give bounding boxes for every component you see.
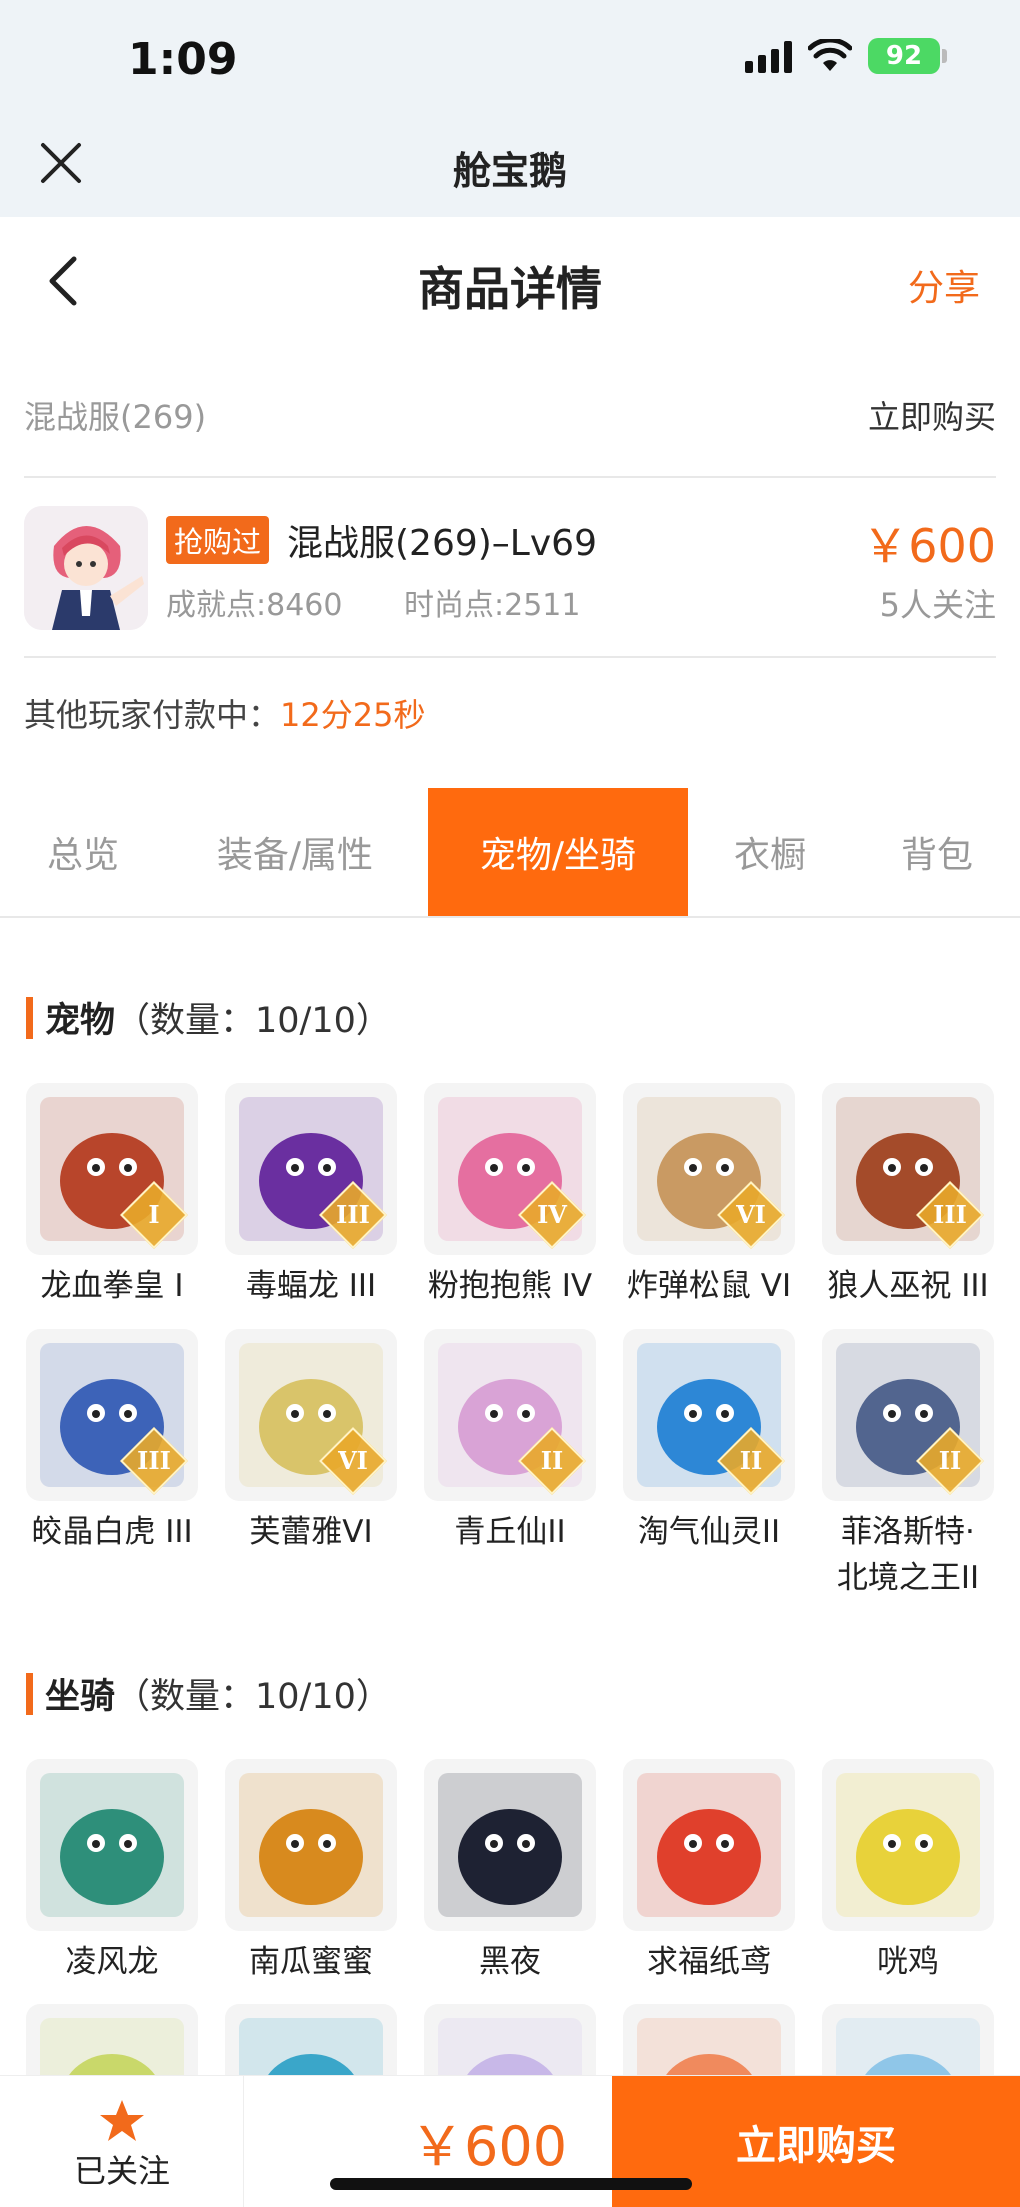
status-time: 1:09	[128, 34, 238, 85]
item-name: 求福纸鸢	[647, 1944, 771, 1980]
character-avatar	[24, 506, 148, 630]
item-name: 炸弹松鼠 VI	[626, 1268, 792, 1304]
tab-wardrobe[interactable]: 衣橱	[712, 788, 828, 916]
item-name: 粉抱抱熊 IV	[427, 1268, 593, 1304]
follower-count: 5人关注	[879, 586, 996, 624]
battery-icon: 92	[868, 38, 947, 74]
grid-item[interactable]: I 龙血拳皇 I	[26, 1083, 198, 1309]
server-name: 混战服(269)	[24, 398, 207, 436]
grid-item[interactable]: IV 粉抱抱熊 IV	[424, 1083, 596, 1309]
achievement-points: 成就点:8460	[166, 588, 343, 623]
wifi-icon	[808, 39, 852, 71]
grid-item[interactable]: III 皎晶白虎 III	[26, 1329, 198, 1555]
grid-item[interactable]: VI 炸弹松鼠 VI	[623, 1083, 795, 1309]
item-name: 毒蝠龙 III	[245, 1268, 377, 1304]
yellow-chicken-icon	[822, 1759, 994, 1931]
bear-icon: IV	[424, 1083, 596, 1255]
item-name: 黑夜	[479, 1944, 541, 1980]
bee-icon	[225, 1759, 397, 1931]
product-card[interactable]: 抢购过 混战服(269)–Lv69 成就点:8460 时尚点:2511 ￥600…	[24, 500, 996, 630]
page-title: 商品详情	[418, 262, 602, 316]
star-icon	[100, 2100, 144, 2141]
paying-countdown: 12分25秒	[280, 696, 426, 734]
divider	[24, 656, 996, 658]
grid-item[interactable]: 南瓜蜜蜜	[225, 1759, 397, 1985]
item-name: 南瓜蜜蜜	[249, 1944, 373, 1980]
bottom-price: ￥600	[410, 2115, 568, 2178]
divider	[24, 476, 996, 478]
follow-label: 已关注	[73, 2152, 170, 2190]
demon-icon: I	[26, 1083, 198, 1255]
pets-section-title: 宠物 （数量：10/10）	[26, 992, 391, 1043]
mounts-section-title: 坐骑 （数量：10/10）	[26, 1668, 391, 1719]
grid-item[interactable]: 凌风龙	[26, 1759, 198, 1985]
item-name: 皎晶白虎 III	[31, 1514, 193, 1550]
buy-now-link[interactable]: 立即购买	[868, 392, 996, 438]
grid-item[interactable]: 求福纸鸢	[623, 1759, 795, 1985]
paying-notice: 其他玩家付款中：12分25秒	[24, 690, 425, 736]
tab-equipment[interactable]: 装备/属性	[190, 788, 400, 916]
server-row: 混战服(269) 立即购买	[24, 385, 996, 445]
squirrel-icon: VI	[623, 1083, 795, 1255]
mounts-title: 坐骑	[45, 1677, 116, 1717]
grid-item[interactable]: III 毒蝠龙 III	[225, 1083, 397, 1309]
white-tiger-icon: III	[26, 1329, 198, 1501]
grid-item[interactable]: II 青丘仙II	[424, 1329, 596, 1555]
signal-icon	[745, 39, 792, 73]
fashion-points: 时尚点:2511	[404, 588, 581, 623]
grid-item[interactable]: VI 芙蕾雅VI	[225, 1329, 397, 1555]
home-indicator	[330, 2178, 692, 2190]
app-title: 舱宝鹅	[452, 149, 567, 193]
grid-item[interactable]: II 菲洛斯特· 北境之王II	[822, 1329, 994, 1601]
grid-item[interactable]: 咣鸡	[822, 1759, 994, 1985]
paying-label: 其他玩家付款中：	[24, 696, 281, 734]
bat-dragon-icon: III	[225, 1083, 397, 1255]
item-name: 菲洛斯特· 北境之王II	[836, 1514, 980, 1596]
green-dragon-icon	[26, 1759, 198, 1931]
grid-item[interactable]: III 狼人巫祝 III	[822, 1083, 994, 1309]
tab-backpack[interactable]: 背包	[872, 788, 1002, 916]
follow-button[interactable]: 已关注	[0, 2076, 244, 2207]
pets-count: （数量：10/10）	[115, 1001, 391, 1041]
ice-king-icon: II	[822, 1329, 994, 1501]
fox-spirit-icon: II	[424, 1329, 596, 1501]
tab-pets-mounts[interactable]: 宠物/坐骑	[428, 788, 688, 916]
mounts-count: （数量：10/10）	[115, 1677, 391, 1717]
product-name: 混战服(269)–Lv69	[287, 523, 597, 564]
item-name: 龙血拳皇 I	[40, 1268, 184, 1304]
top-bar: 1:09 92 舱宝鹅	[0, 0, 1020, 217]
item-name: 凌风龙	[65, 1944, 159, 1980]
purchased-tag: 抢购过	[166, 516, 270, 564]
item-name: 芙蕾雅VI	[249, 1514, 373, 1550]
tab-overview[interactable]: 总览	[0, 788, 166, 916]
item-name: 咣鸡	[877, 1944, 939, 1980]
goldfish-kite-icon	[623, 1759, 795, 1931]
item-name: 淘气仙灵II	[637, 1514, 781, 1550]
share-button[interactable]: 分享	[908, 259, 980, 311]
grid-item[interactable]: 黑夜	[424, 1759, 596, 1985]
tab-bar: 总览 装备/属性 宠物/坐骑 衣橱 背包	[0, 788, 1020, 918]
fairy-icon: VI	[225, 1329, 397, 1501]
black-dragon-icon	[424, 1759, 596, 1931]
status-icons: 92	[745, 38, 947, 74]
item-name: 狼人巫祝 III	[827, 1268, 989, 1304]
item-name: 青丘仙II	[454, 1514, 566, 1550]
product-price: ￥600	[862, 519, 996, 573]
werewolf-icon: III	[822, 1083, 994, 1255]
blue-puppy-icon: II	[623, 1329, 795, 1501]
pets-title: 宠物	[45, 1001, 116, 1041]
grid-item[interactable]: II 淘气仙灵II	[623, 1329, 795, 1555]
page-header: 商品详情 分享	[0, 217, 1020, 347]
